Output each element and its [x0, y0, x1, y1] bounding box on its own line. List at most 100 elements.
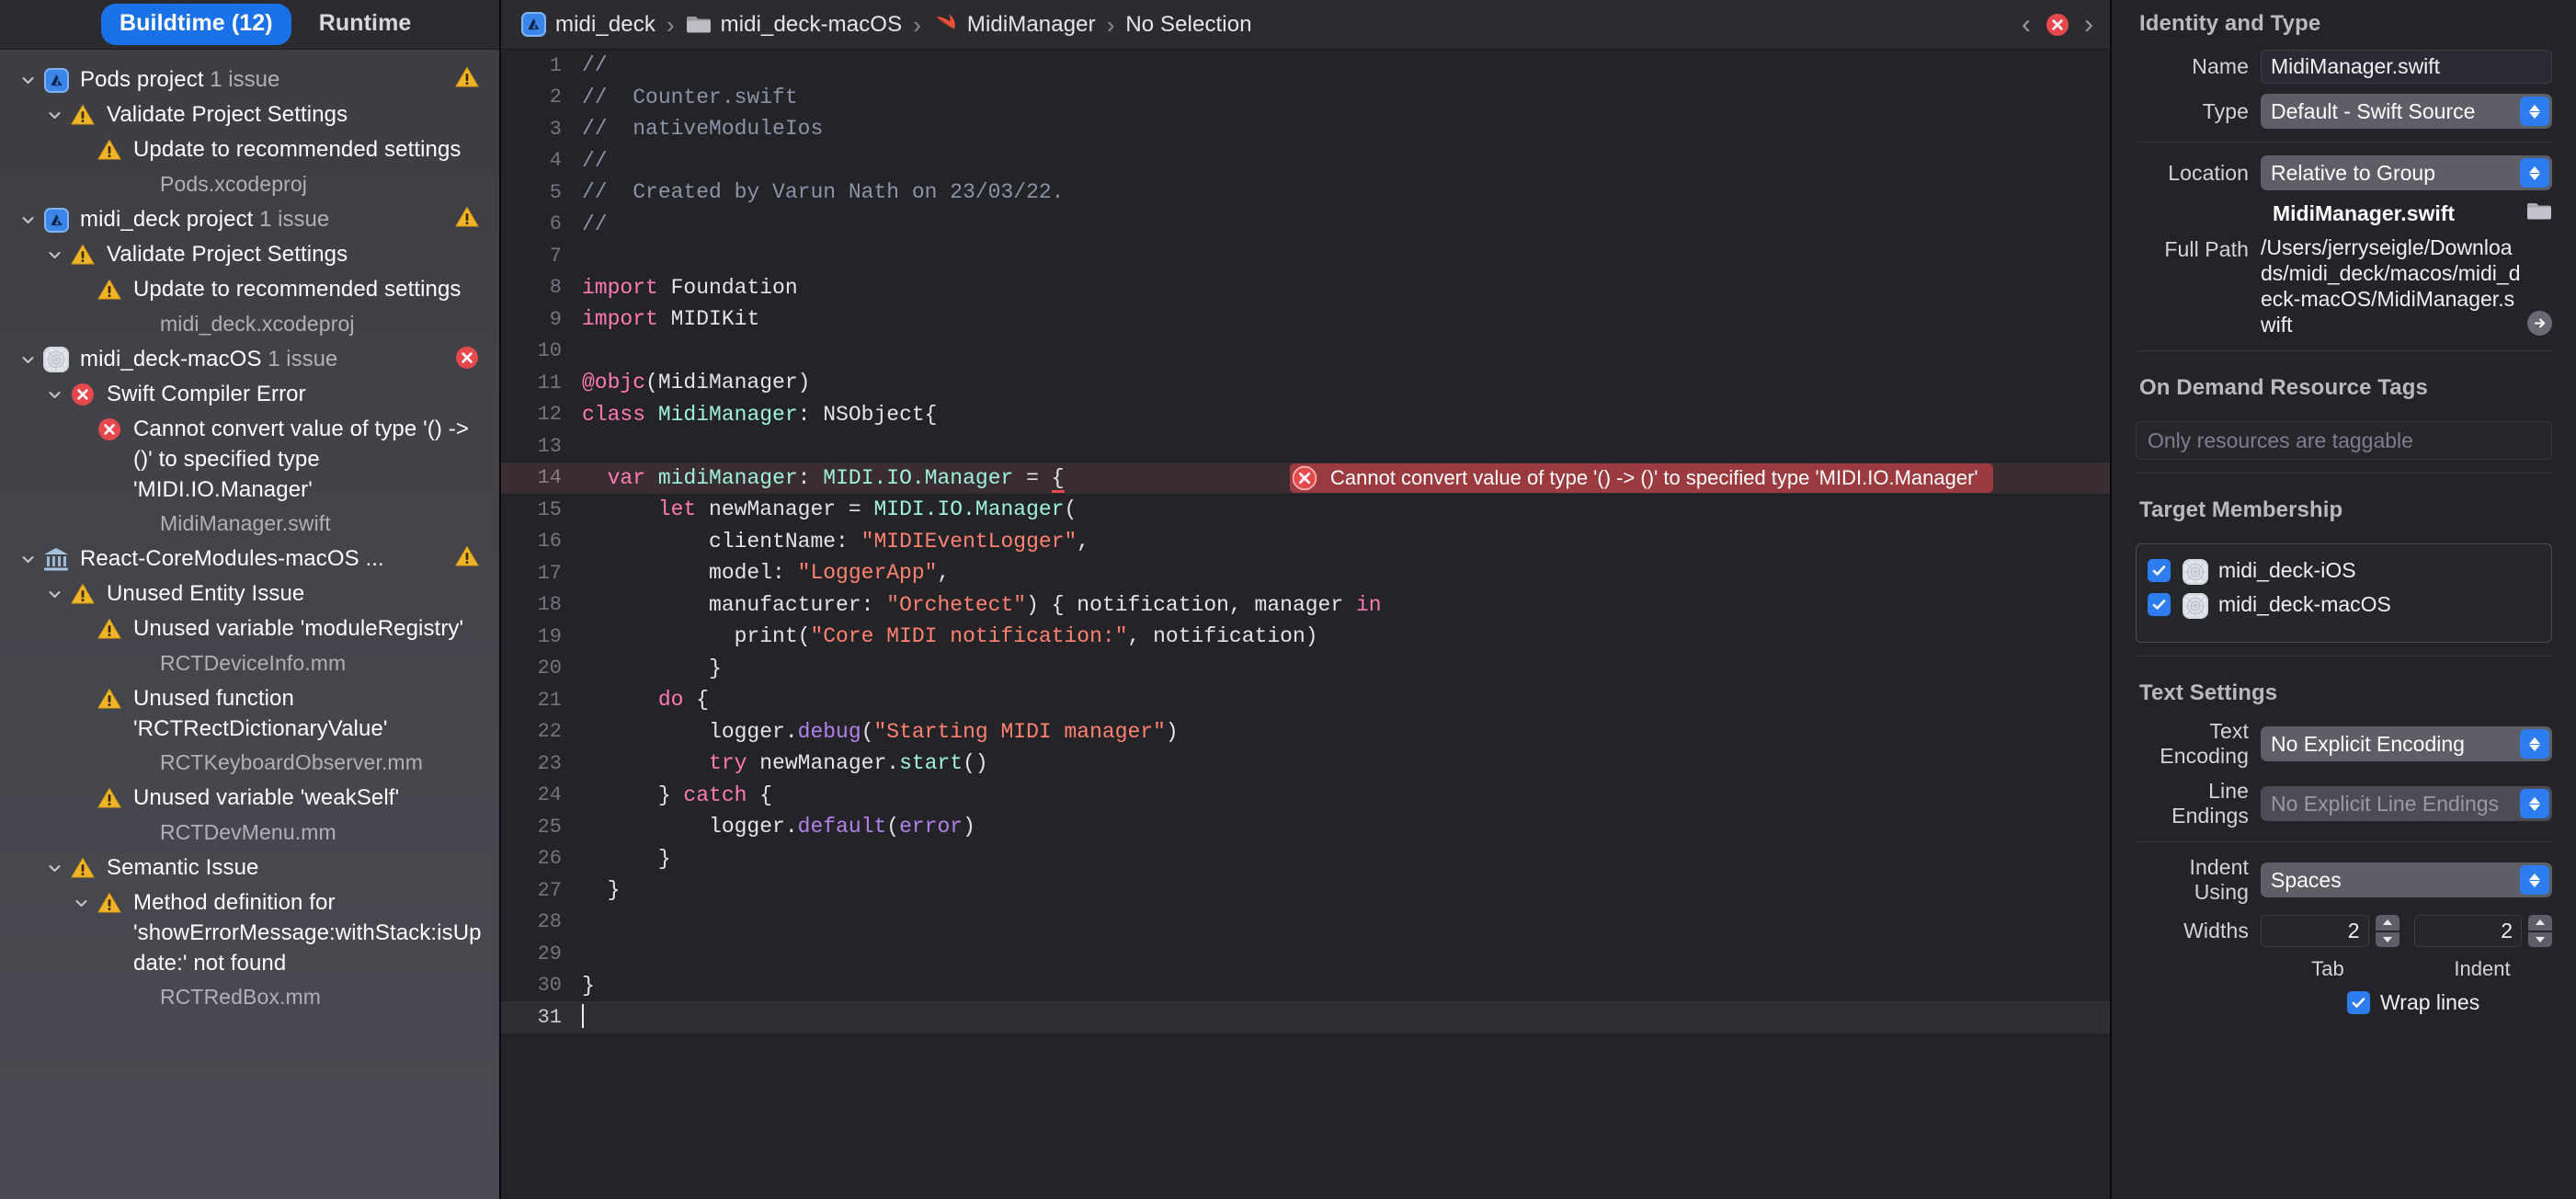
- chevron-down-icon[interactable]: [68, 887, 94, 919]
- code-text[interactable]: [580, 336, 2110, 368]
- code-line[interactable]: 23 try newManager.start(): [501, 748, 2110, 780]
- code-line[interactable]: 7: [501, 240, 2110, 272]
- breadcrumb-item[interactable]: midi_deck: [521, 12, 655, 38]
- issue-row[interactable]: Update to recommended settings: [0, 132, 499, 167]
- issue-row[interactable]: Validate Project Settings: [0, 237, 499, 272]
- issue-list[interactable]: Pods project 1 issue Validate Project Set…: [0, 50, 499, 1199]
- code-line[interactable]: 9 import MIDIKit: [501, 303, 2110, 336]
- code-text[interactable]: }: [580, 843, 2110, 875]
- breadcrumb-item[interactable]: midi_deck-macOS: [686, 12, 903, 38]
- issue-row[interactable]: midi_deck.xcodeproj: [0, 307, 499, 342]
- issue-row[interactable]: Unused Entity Issue: [0, 577, 499, 611]
- code-text[interactable]: model: "LoggerApp",: [580, 557, 2110, 589]
- issue-row[interactable]: Cannot convert value of type '() -> ()' …: [0, 412, 499, 507]
- code-line[interactable]: 22 logger.debug("Starting MIDI manager"): [501, 716, 2110, 748]
- code-line[interactable]: 13: [501, 430, 2110, 462]
- chevron-down-icon[interactable]: [41, 239, 67, 270]
- chevron-down-icon[interactable]: [15, 344, 40, 375]
- issue-row[interactable]: RCTKeyboardObserver.mm: [0, 746, 499, 781]
- code-line[interactable]: 24 } catch {: [501, 780, 2110, 812]
- target-membership-row[interactable]: midi_deck-iOS: [2148, 554, 2540, 588]
- code-text[interactable]: }: [580, 874, 2110, 907]
- code-text[interactable]: [580, 430, 2110, 462]
- issue-row[interactable]: Semantic Issue: [0, 851, 499, 885]
- chevron-down-icon[interactable]: [41, 578, 67, 610]
- code-text[interactable]: clientName: "MIDIEventLogger",: [580, 526, 2110, 558]
- navigator-tab-buildtime[interactable]: Buildtime (12): [101, 4, 291, 45]
- code-line[interactable]: 2 // Counter.swift: [501, 82, 2110, 114]
- tab-width-stepper[interactable]: [2375, 915, 2399, 947]
- code-text[interactable]: [580, 938, 2110, 970]
- code-text[interactable]: // Counter.swift: [580, 82, 2110, 114]
- indent-using-popup[interactable]: Spaces: [2261, 862, 2552, 897]
- code-text[interactable]: logger.debug("Starting MIDI manager"): [580, 716, 2110, 748]
- issue-row[interactable]: midi_deck-macOS 1 issue: [0, 342, 499, 377]
- folder-icon[interactable]: [2526, 200, 2552, 226]
- issue-row[interactable]: Validate Project Settings: [0, 97, 499, 132]
- code-line[interactable]: 4 //: [501, 145, 2110, 177]
- code-line[interactable]: 29: [501, 938, 2110, 970]
- code-line[interactable]: 28: [501, 907, 2110, 939]
- indent-width-field[interactable]: 2: [2413, 915, 2522, 947]
- code-text[interactable]: import Foundation: [580, 272, 2110, 304]
- code-line[interactable]: 26 }: [501, 843, 2110, 875]
- inline-error-annotation[interactable]: Cannot convert value of type '() -> ()' …: [1290, 462, 1993, 493]
- code-text[interactable]: //: [580, 209, 2110, 241]
- issue-row[interactable]: RCTRedBox.mm: [0, 980, 499, 1015]
- code-text[interactable]: try newManager.start(): [580, 748, 2110, 780]
- issue-row[interactable]: Update to recommended settings: [0, 272, 499, 307]
- location-popup[interactable]: Relative to Group: [2261, 155, 2552, 190]
- code-line[interactable]: 6 //: [501, 209, 2110, 241]
- issue-row[interactable]: Method definition for 'showErrorMessage:…: [0, 885, 499, 980]
- code-text[interactable]: manufacturer: "Orchetect") { notificatio…: [580, 589, 2110, 622]
- code-text[interactable]: var midiManager: MIDI.IO.Manager = {Cann…: [580, 462, 2110, 495]
- code-line[interactable]: 20 }: [501, 653, 2110, 685]
- code-text[interactable]: //: [580, 145, 2110, 177]
- code-line[interactable]: 8 import Foundation: [501, 272, 2110, 304]
- chevron-down-icon[interactable]: [15, 543, 40, 575]
- code-line[interactable]: 30}: [501, 970, 2110, 1002]
- code-text[interactable]: print("Core MIDI notification:", notific…: [580, 621, 2110, 653]
- code-text[interactable]: //: [580, 50, 2110, 82]
- issue-row[interactable]: MidiManager.swift: [0, 507, 499, 542]
- text-encoding-popup[interactable]: No Explicit Encoding: [2261, 726, 2552, 761]
- wrap-lines-row[interactable]: Wrap lines: [2136, 990, 2552, 1015]
- code-text[interactable]: [580, 240, 2110, 272]
- type-popup[interactable]: Default - Swift Source: [2261, 94, 2552, 129]
- wrap-lines-checkbox[interactable]: [2347, 991, 2370, 1014]
- code-area[interactable]: 1 // 2 // Counter.swift 3 // nativeModuleIos 4…: [501, 50, 2110, 1199]
- code-text[interactable]: @objc(MidiManager): [580, 367, 2110, 399]
- code-line[interactable]: 19 print("Core MIDI notification:", noti…: [501, 621, 2110, 653]
- issue-row[interactable]: Pods project 1 issue: [0, 63, 499, 97]
- breadcrumb-item[interactable]: No Selection: [1125, 12, 1251, 38]
- code-line[interactable]: 17 model: "LoggerApp",: [501, 557, 2110, 589]
- code-line[interactable]: 18 manufacturer: "Orchetect") { notifica…: [501, 589, 2110, 622]
- issue-row[interactable]: React-CoreModules-macOS ...: [0, 542, 499, 577]
- issue-row[interactable]: RCTDeviceInfo.mm: [0, 646, 499, 681]
- issue-row[interactable]: midi_deck project 1 issue: [0, 202, 499, 237]
- code-line[interactable]: 31: [501, 1001, 2110, 1033]
- code-text[interactable]: import MIDIKit: [580, 303, 2110, 336]
- breadcrumb-item[interactable]: MidiManager: [932, 12, 1096, 38]
- issue-row[interactable]: RCTDevMenu.mm: [0, 816, 499, 851]
- chevron-down-icon[interactable]: [15, 204, 40, 235]
- error-icon[interactable]: [2046, 13, 2069, 37]
- code-line[interactable]: 3 // nativeModuleIos: [501, 113, 2110, 145]
- arrow-right-icon[interactable]: [2527, 311, 2552, 336]
- ondemand-tags-field[interactable]: Only resources are taggable: [2136, 421, 2552, 460]
- indent-width-stepper[interactable]: [2528, 915, 2552, 947]
- code-text[interactable]: }: [580, 970, 2110, 1002]
- code-line[interactable]: 21 do {: [501, 684, 2110, 716]
- code-text[interactable]: class MidiManager: NSObject{: [580, 399, 2110, 431]
- target-membership-row[interactable]: midi_deck-macOS: [2148, 588, 2540, 622]
- code-line[interactable]: 10: [501, 336, 2110, 368]
- code-line[interactable]: 5 // Created by Varun Nath on 23/03/22.: [501, 177, 2110, 209]
- code-line[interactable]: 25 logger.default(error): [501, 811, 2110, 843]
- navigator-tab-runtime[interactable]: Runtime: [301, 4, 430, 45]
- target-membership-checkbox[interactable]: [2148, 559, 2171, 582]
- code-text[interactable]: [580, 1001, 2110, 1033]
- code-text[interactable]: // nativeModuleIos: [580, 113, 2110, 145]
- code-line[interactable]: 14 var midiManager: MIDI.IO.Manager = {C…: [501, 462, 2110, 495]
- name-field[interactable]: MidiManager.swift: [2261, 50, 2552, 84]
- next-issue-button[interactable]: ›: [2084, 10, 2093, 39]
